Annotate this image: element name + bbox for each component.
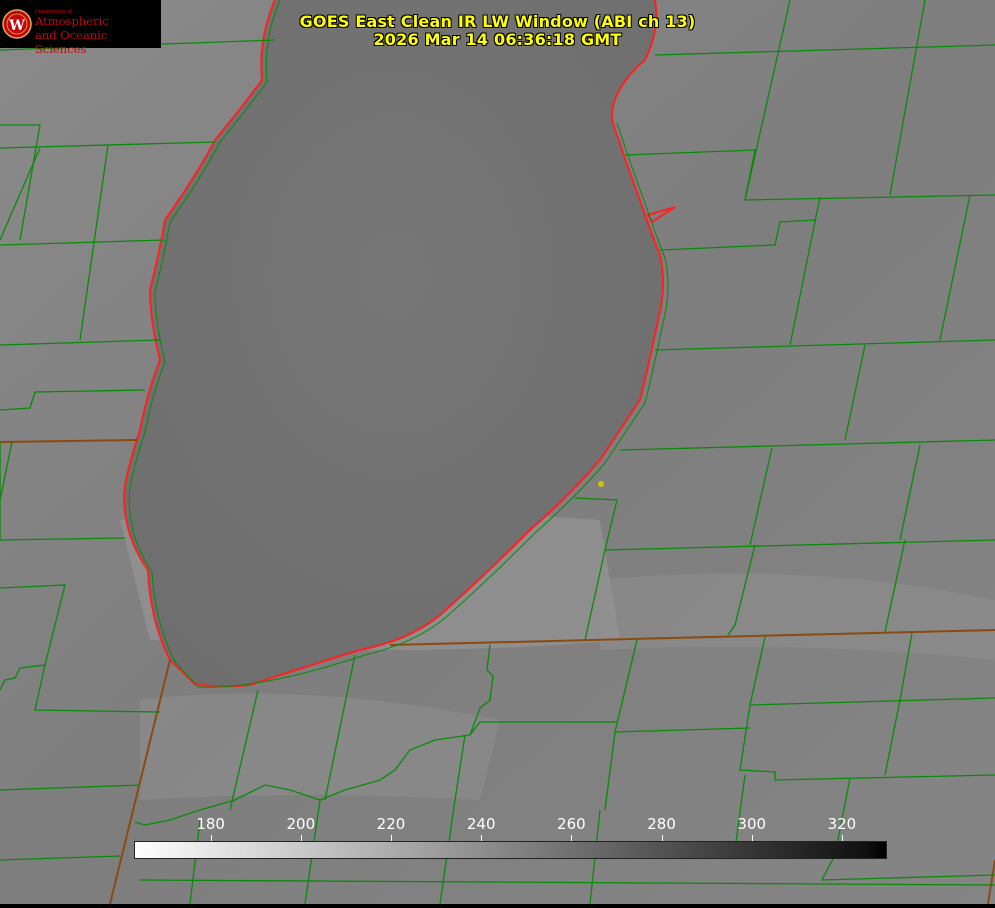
colorbar-tick-mark [391, 835, 392, 841]
colorbar-tick-mark [661, 835, 663, 841]
colorbar-tick-label: 180 [196, 815, 225, 833]
colorbar-tick-label: 200 [286, 815, 316, 833]
colorbar-tick-label: 300 [737, 815, 767, 833]
uw-seal-icon: W [2, 9, 32, 39]
colorbar-tick-label: 260 [557, 815, 586, 833]
satellite-map: GOES East Clean IR LW Window (ABI ch 13)… [0, 0, 995, 905]
colorbar-tick-label: 220 [376, 815, 406, 833]
aos-logo: W Department of Atmospheric and Oceanic … [0, 0, 161, 56]
colorbar-tick-label: 280 [647, 815, 676, 833]
colorbar-tick-mark [210, 835, 212, 841]
colorbar-tick-mark [751, 835, 753, 841]
logo-line1: Atmospheric [35, 14, 109, 28]
location-marker [598, 481, 604, 487]
colorbar-tick-mark [571, 835, 573, 841]
colorbar-tick-mark [841, 835, 843, 841]
seal-letter: W [8, 18, 25, 34]
logo-line2: and Oceanic Sciences [35, 28, 108, 56]
colorbar-tick-mark [481, 835, 483, 841]
colorbar-tick-mark [300, 835, 302, 841]
colorbar-tick-label: 320 [827, 815, 857, 833]
colorbar [134, 841, 887, 859]
colorbar-tick-label: 240 [466, 815, 496, 833]
map-canvas [0, 0, 995, 905]
